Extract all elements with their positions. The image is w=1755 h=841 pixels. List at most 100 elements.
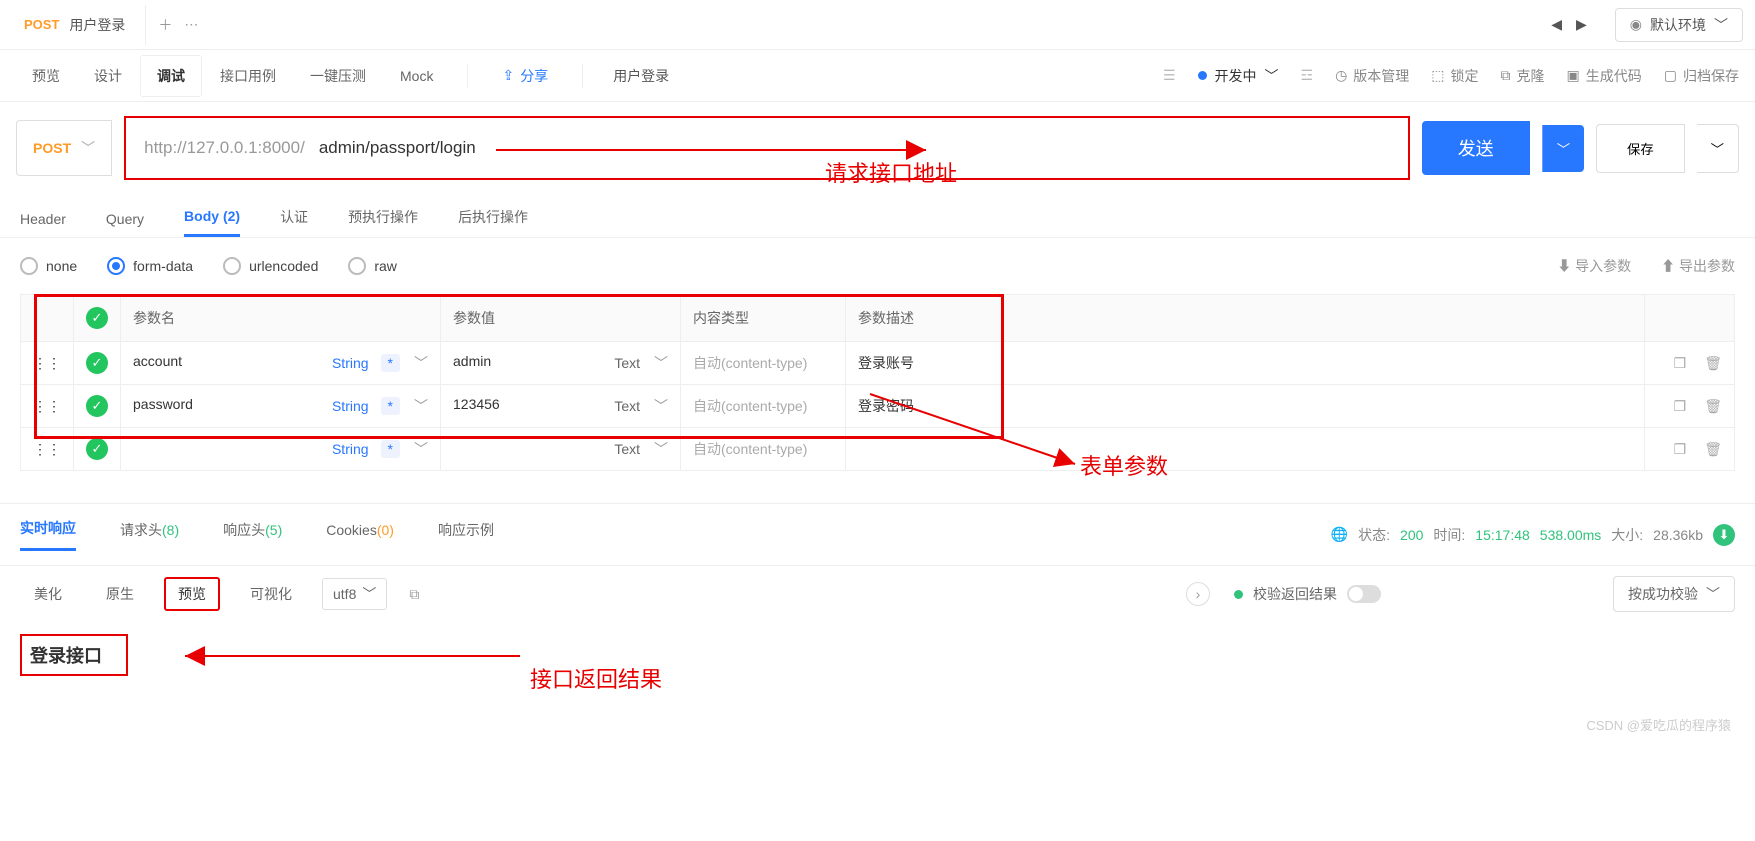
param-name-cell[interactable]: accountString*﹀ (121, 342, 441, 385)
required-badge[interactable]: * (381, 354, 400, 372)
export-params-button[interactable]: ⬆ 导出参数 (1661, 256, 1735, 276)
globe-icon[interactable]: 🌐 (1331, 526, 1348, 543)
copy-response-icon[interactable]: ⧉ (409, 586, 419, 603)
required-badge[interactable]: * (381, 397, 400, 415)
clock-icon: ◷ (1335, 67, 1347, 84)
api-name-field[interactable]: 用户登录 (601, 66, 681, 86)
top-tab-bar: POST 用户登录 ＋ ⋯ ◀ ▶ ◉ 默认环境 ﹀ (0, 0, 1755, 50)
row-check-icon[interactable]: ✓ (86, 438, 108, 460)
request-tab[interactable]: POST 用户登录 (12, 5, 146, 45)
codegen-button[interactable]: ▣生成代码 (1567, 66, 1642, 86)
check-all-icon[interactable]: ✓ (86, 307, 108, 329)
param-value-cell[interactable]: Text ﹀ (441, 428, 681, 471)
chevron-down-icon: ﹀ (654, 439, 668, 459)
content-type-cell[interactable]: 自动(content-type) (681, 342, 846, 385)
param-value-cell[interactable]: adminText﹀ (441, 342, 681, 385)
param-desc-cell[interactable]: 登录账号 (846, 342, 1645, 385)
validate-button[interactable]: 按成功校验 ﹀ (1613, 576, 1735, 612)
drag-handle-icon[interactable]: ⋮⋮ (21, 342, 74, 385)
content-type-cell[interactable]: 自动(content-type) (681, 428, 846, 471)
tab-preview[interactable]: 预览 (16, 56, 76, 96)
save-button[interactable]: 保存 (1596, 124, 1685, 173)
value-type-selector[interactable]: Text (614, 398, 640, 414)
cube-icon[interactable]: ❒ (1674, 441, 1687, 458)
align-icon[interactable]: ☰ (1163, 67, 1176, 84)
method-label: POST (33, 140, 71, 156)
param-desc-cell[interactable] (846, 428, 1645, 471)
send-dropdown[interactable]: ﹀ (1542, 125, 1584, 172)
new-tab-icon[interactable]: ＋ (158, 15, 172, 35)
tab-debug[interactable]: 调试 (140, 55, 202, 97)
time-at: 15:17:48 (1475, 527, 1530, 543)
tab-pre-script[interactable]: 预执行操作 (348, 207, 418, 237)
import-params-button[interactable]: ⬇ 导入参数 (1557, 256, 1631, 276)
tab-design[interactable]: 设计 (78, 56, 138, 96)
param-name-cell[interactable]: passwordString*﹀ (121, 385, 441, 428)
method-selector[interactable]: POST ﹀ (16, 120, 112, 176)
resp-tab-reqheaders[interactable]: 请求头(8) (120, 520, 179, 550)
collapse-icon[interactable]: › (1186, 582, 1210, 606)
verify-switch[interactable] (1347, 585, 1381, 603)
tab-header[interactable]: Header (20, 211, 66, 237)
archive-button[interactable]: ▢归档保存 (1664, 66, 1739, 86)
param-desc-cell[interactable]: 登录密码 (846, 385, 1645, 428)
nav-back-icon[interactable]: ◀ (1551, 16, 1562, 33)
drag-handle-icon[interactable]: ⋮⋮ (21, 385, 74, 428)
dev-status-selector[interactable]: 开发中 ﹀ (1198, 66, 1279, 86)
tab-cases[interactable]: 接口用例 (204, 56, 292, 96)
resp-tab-cookies[interactable]: Cookies(0) (326, 522, 394, 548)
value-type-selector[interactable]: Text (614, 441, 640, 457)
radio-urlencoded[interactable]: urlencoded (223, 257, 318, 275)
url-path: admin/passport/login (319, 138, 476, 158)
params-table: ✓ 参数名 参数值 内容类型 参数描述 ⋮⋮✓accountString*﹀ad… (20, 294, 1735, 471)
nav-forward-icon[interactable]: ▶ (1576, 16, 1587, 33)
chevron-down-icon: ﹀ (1714, 15, 1728, 35)
param-name-cell[interactable]: String * ﹀ (121, 428, 441, 471)
content-type-cell[interactable]: 自动(content-type) (681, 385, 846, 428)
row-check-icon[interactable]: ✓ (86, 352, 108, 374)
view-beautify[interactable]: 美化 (20, 577, 76, 611)
lock-button[interactable]: ⬚锁定 (1431, 66, 1478, 86)
url-input[interactable]: http://127.0.0.1:8000/ admin/passport/lo… (124, 116, 1410, 180)
environment-selector[interactable]: ◉ 默认环境 ﹀ (1615, 8, 1743, 42)
tab-auth[interactable]: 认证 (280, 207, 308, 237)
tab-query[interactable]: Query (106, 211, 144, 237)
verify-toggle-row: 校验返回结果 (1234, 584, 1381, 604)
param-value-cell[interactable]: 123456Text﹀ (441, 385, 681, 428)
encoding-selector[interactable]: utf8 ﹀ (322, 578, 387, 610)
row-check-icon[interactable]: ✓ (86, 395, 108, 417)
list-icon[interactable]: ☲ (1301, 67, 1314, 84)
required-badge[interactable]: * (381, 440, 400, 458)
drag-handle-icon[interactable]: ⋮⋮ (21, 428, 74, 471)
value-type-selector[interactable]: Text (614, 355, 640, 371)
cube-icon[interactable]: ❒ (1674, 355, 1687, 372)
cube-icon[interactable]: ❒ (1674, 398, 1687, 415)
radio-none[interactable]: none (20, 257, 77, 275)
tab-body[interactable]: Body (2) (184, 208, 240, 237)
share-button[interactable]: ⇪ 分享 (486, 56, 564, 96)
type-selector[interactable]: String (332, 355, 369, 371)
download-icon[interactable]: ⬇ (1713, 524, 1735, 546)
type-selector[interactable]: String (332, 441, 369, 457)
clone-button[interactable]: ⧉克隆 (1501, 66, 1545, 86)
chevron-down-icon: ﹀ (414, 439, 428, 459)
radio-raw[interactable]: raw (348, 257, 397, 275)
delete-icon[interactable]: 🗑 (1704, 355, 1722, 372)
type-selector[interactable]: String (332, 398, 369, 414)
more-tabs-icon[interactable]: ⋯ (184, 16, 198, 33)
view-raw[interactable]: 原生 (92, 577, 148, 611)
view-visual[interactable]: 可视化 (236, 577, 306, 611)
save-dropdown[interactable]: ﹀ (1697, 124, 1739, 173)
version-button[interactable]: ◷版本管理 (1335, 66, 1409, 86)
delete-icon[interactable]: 🗑 (1704, 398, 1722, 415)
resp-tab-live[interactable]: 实时响应 (20, 518, 76, 551)
view-preview[interactable]: 预览 (164, 577, 220, 611)
resp-tab-example[interactable]: 响应示例 (438, 520, 494, 550)
tab-mock[interactable]: Mock (384, 58, 449, 94)
delete-icon[interactable]: 🗑 (1704, 441, 1722, 458)
resp-tab-respheaders[interactable]: 响应头(5) (223, 520, 282, 550)
tab-perf[interactable]: 一键压测 (294, 56, 382, 96)
radio-form-data[interactable]: form-data (107, 257, 193, 275)
tab-post-script[interactable]: 后执行操作 (458, 207, 528, 237)
send-button[interactable]: 发送 (1422, 121, 1530, 175)
